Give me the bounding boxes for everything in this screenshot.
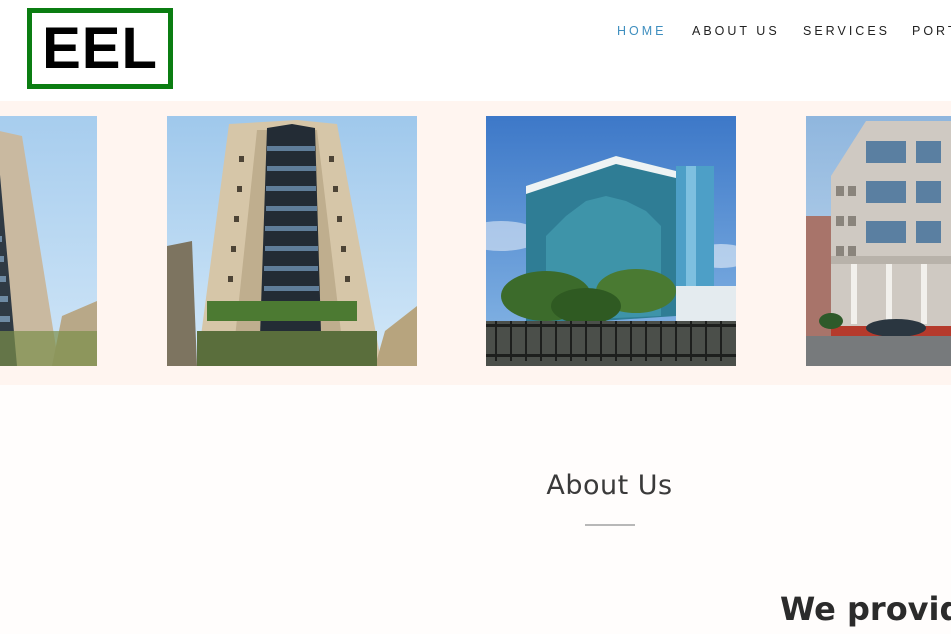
gallery-photo-office-partial[interactable]: [806, 116, 951, 366]
about-section-title: About Us: [546, 470, 673, 501]
gallery-photo-tower[interactable]: [167, 116, 417, 366]
building-gallery: [0, 101, 951, 385]
about-headline: We provide: [780, 590, 951, 628]
nav-item-home[interactable]: HOME: [617, 24, 667, 38]
site-header: EEL HOME ABOUT US SERVICES PORT: [0, 0, 951, 101]
site-logo[interactable]: EEL: [27, 8, 173, 89]
gallery-photo-glass-building[interactable]: [486, 116, 736, 366]
logo-text: EEL: [42, 15, 158, 81]
nav-item-services[interactable]: SERVICES: [803, 24, 890, 38]
about-title-divider: [585, 524, 635, 526]
gallery-photo-tower-partial[interactable]: [0, 116, 97, 366]
nav-item-about-us[interactable]: ABOUT US: [692, 24, 780, 38]
nav-item-portfolio[interactable]: PORT: [912, 24, 951, 38]
